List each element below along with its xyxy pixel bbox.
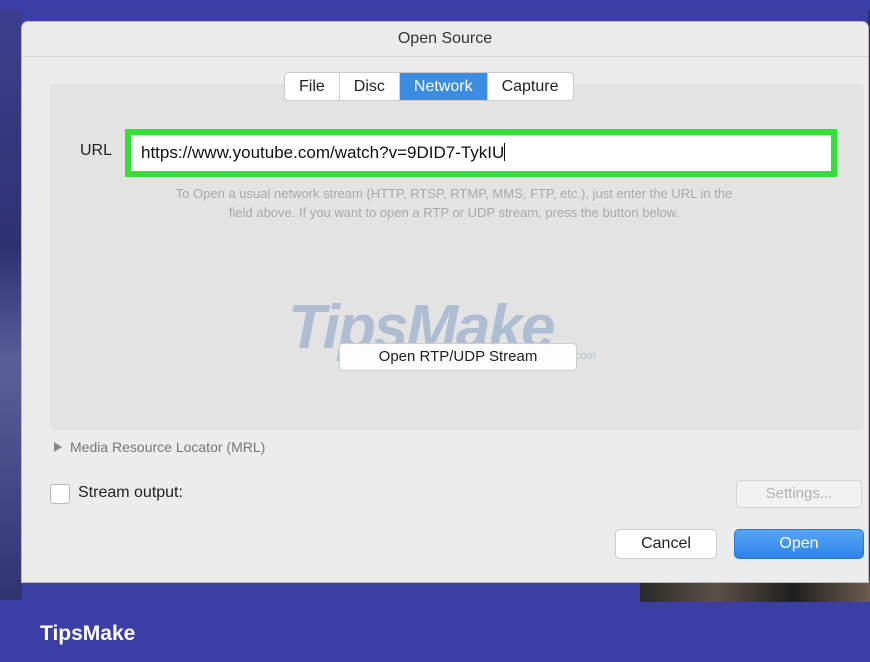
url-input[interactable]: https://www.youtube.com/watch?v=9DID7-Ty…: [125, 129, 837, 177]
stream-output-label: Stream output:: [78, 484, 183, 501]
stream-output-checkbox[interactable]: [50, 484, 70, 504]
window-title: Open Source: [397, 30, 493, 47]
tab-file[interactable]: File: [285, 73, 340, 100]
open-source-dialog: Open Source File Disc Network Capture UR…: [22, 22, 868, 582]
hint-line-2: field above. If you want to open a RTP o…: [228, 205, 680, 220]
brand-footer: TipsMake: [0, 602, 870, 662]
tab-disc[interactable]: Disc: [340, 73, 400, 100]
open-rtp-udp-stream-button[interactable]: Open RTP/UDP Stream: [339, 343, 577, 371]
network-hint: To Open a usual network stream (HTTP, RT…: [84, 184, 824, 222]
disclosure-triangle-icon: [54, 442, 62, 452]
text-caret: [504, 143, 506, 161]
title-bar[interactable]: Open Source: [22, 22, 868, 57]
cancel-button[interactable]: Cancel: [615, 529, 717, 559]
source-tabs: File Disc Network Capture: [284, 72, 574, 101]
brand-name: TipsMake: [40, 622, 136, 645]
mrl-disclosure[interactable]: Media Resource Locator (MRL): [54, 439, 265, 455]
desktop-background-photo: [640, 580, 870, 602]
tab-network[interactable]: Network: [399, 73, 488, 100]
hint-line-1: To Open a usual network stream (HTTP, RT…: [175, 186, 733, 201]
desktop-background-left: [0, 10, 22, 600]
mrl-label: Media Resource Locator (MRL): [70, 439, 266, 455]
settings-button[interactable]: Settings...: [736, 480, 862, 508]
tab-capture[interactable]: Capture: [488, 73, 573, 100]
url-label: URL: [80, 142, 113, 159]
open-button[interactable]: Open: [734, 529, 864, 559]
url-input-value: https://www.youtube.com/watch?v=9DID7-Ty…: [141, 143, 506, 162]
desktop-background-top: [0, 0, 870, 10]
